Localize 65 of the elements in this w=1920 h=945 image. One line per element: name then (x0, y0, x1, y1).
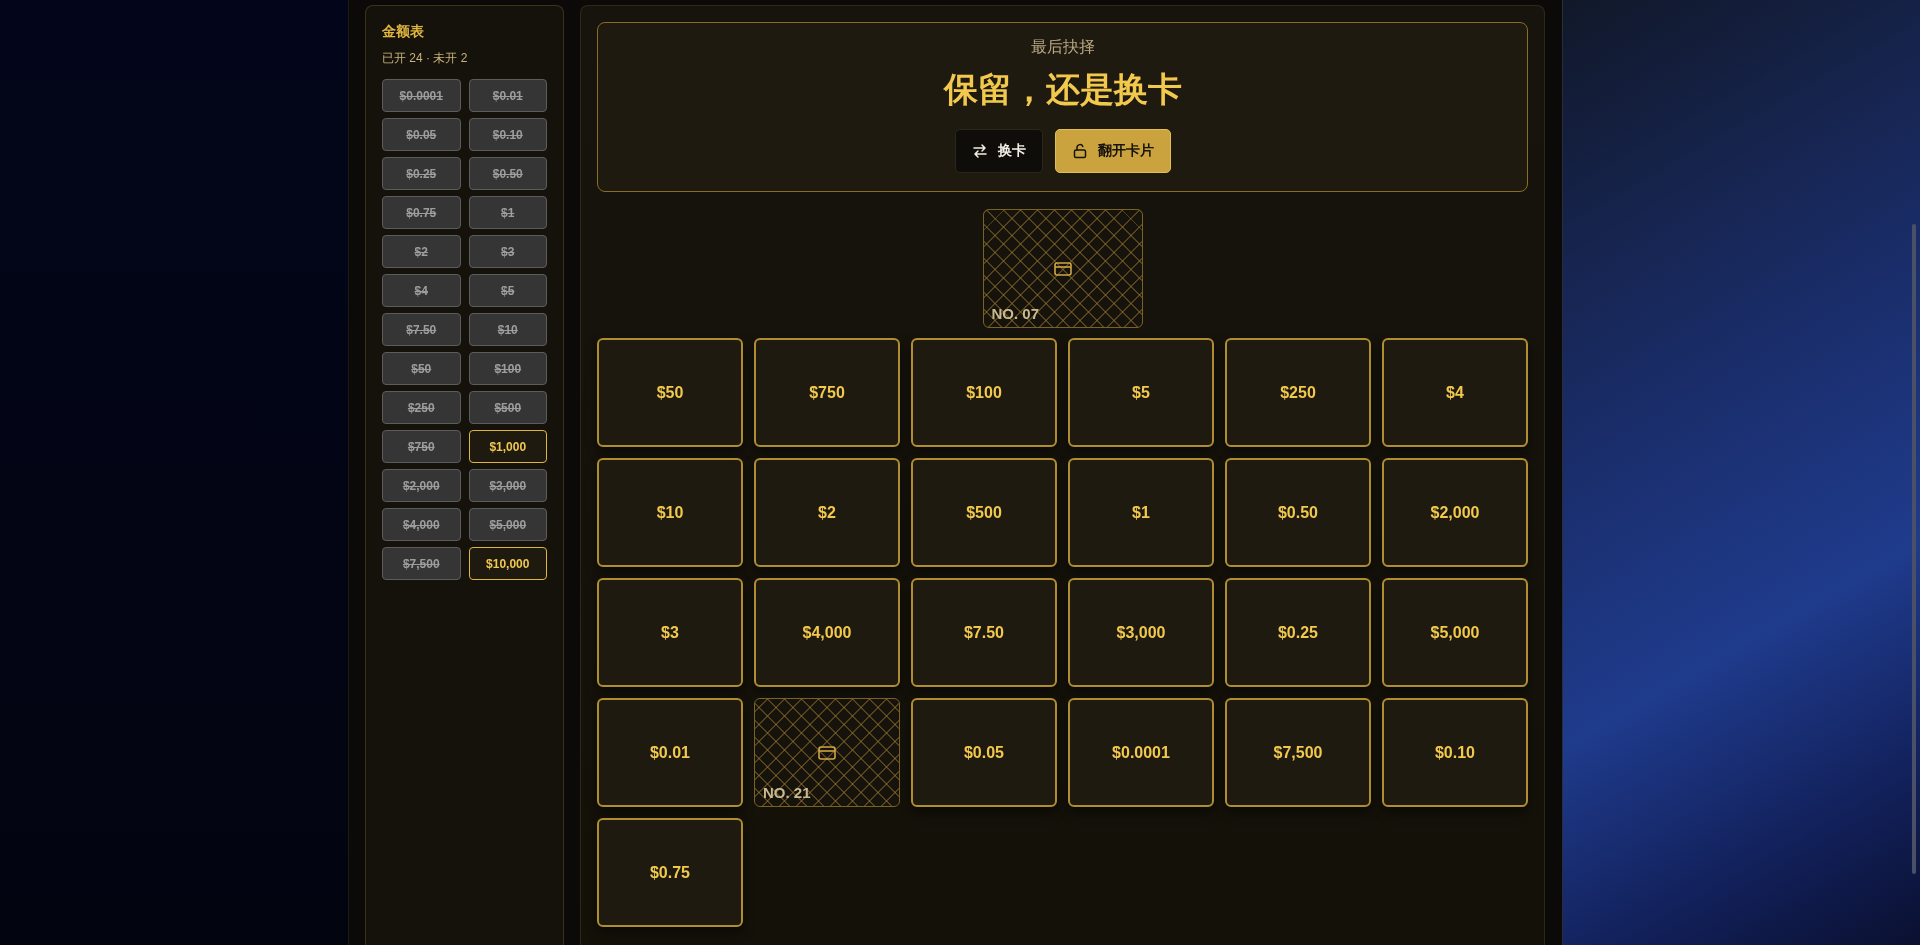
prize-amount: $5 (468, 274, 547, 307)
prize-card[interactable]: $750 (754, 338, 900, 447)
prize-card[interactable]: $10 (597, 458, 743, 567)
prize-amount: $0.50 (468, 157, 547, 190)
prize-card[interactable]: $5 (1068, 338, 1214, 447)
card-icon (1053, 261, 1072, 276)
prize-amount: $4 (382, 274, 461, 307)
board-summary: 已开 24 · 未开 2 (382, 50, 469, 67)
prize-card[interactable]: $50 (597, 338, 743, 447)
swap-button[interactable]: 换卡 (954, 129, 1043, 173)
prize-amount: $50 (382, 352, 461, 385)
prize-amount: $500 (468, 391, 547, 424)
board-title: 金额表 (382, 23, 425, 41)
prize-amount: $0.0001 (382, 79, 461, 112)
decision-subtitle: 最后抉择 (1030, 37, 1095, 57)
prize-amount: $10,000 (468, 547, 547, 580)
prize-card[interactable]: $500 (911, 458, 1057, 567)
prize-amount: $3,000 (468, 469, 547, 502)
prize-amount: $5,000 (468, 508, 547, 541)
prize-card[interactable]: $5,000 (1382, 578, 1528, 687)
prize-card[interactable]: $0.0001 (1068, 698, 1214, 807)
reveal-button[interactable]: 翻开卡片 (1054, 129, 1171, 173)
prize-amount: $0.10 (468, 118, 547, 151)
prize-card[interactable]: $0.10 (1382, 698, 1528, 807)
scrollbar[interactable] (1912, 224, 1916, 874)
prize-card[interactable]: $0.05 (911, 698, 1057, 807)
prize-amount: $100 (468, 352, 547, 385)
prize-card[interactable]: $0.25 (1225, 578, 1371, 687)
prize-amount: $0.75 (382, 196, 461, 229)
prize-card[interactable]: $2 (754, 458, 900, 567)
prize-amount: $10 (468, 313, 547, 346)
prize-amount: $250 (382, 391, 461, 424)
swap-arrows-icon (971, 143, 988, 159)
prize-amount: $1 (468, 196, 547, 229)
prize-amount: $7.50 (382, 313, 461, 346)
prize-card[interactable]: $3,000 (1068, 578, 1214, 687)
unlocked-padlock-icon (1071, 143, 1088, 159)
face-down-card[interactable]: NO. 21 (754, 698, 900, 807)
decision-title: 保留，还是换卡 (943, 69, 1182, 110)
prize-amount: $0.01 (468, 79, 547, 112)
prize-amount: $0.25 (382, 157, 461, 190)
prize-card[interactable]: $4,000 (754, 578, 900, 687)
prize-card[interactable]: $7,500 (1225, 698, 1371, 807)
prize-amount: $0.05 (382, 118, 461, 151)
prize-card[interactable]: $7.50 (911, 578, 1057, 687)
prize-card[interactable]: $2,000 (1382, 458, 1528, 567)
face-down-card[interactable]: NO. 07 (982, 209, 1143, 328)
prize-amount: $3 (468, 235, 547, 268)
card-number: NO. 21 (763, 784, 811, 801)
prize-card[interactable]: $3 (597, 578, 743, 687)
prize-amount: $1,000 (468, 430, 547, 463)
prize-amount: $4,000 (382, 508, 461, 541)
prize-amount: $750 (382, 430, 461, 463)
prize-card[interactable]: $250 (1225, 338, 1371, 447)
card-number: NO. 07 (991, 305, 1040, 322)
card-icon (818, 745, 836, 760)
prize-amount: $7,500 (382, 547, 461, 580)
prize-amount: $2 (382, 235, 461, 268)
prize-card[interactable]: $1 (1068, 458, 1214, 567)
prize-card[interactable]: $4 (1382, 338, 1528, 447)
prize-card[interactable]: $100 (911, 338, 1057, 447)
prize-card[interactable]: $0.50 (1225, 458, 1371, 567)
prize-card[interactable]: $0.01 (597, 698, 743, 807)
prize-card[interactable]: $0.75 (597, 818, 743, 927)
prize-amount: $2,000 (382, 469, 461, 502)
